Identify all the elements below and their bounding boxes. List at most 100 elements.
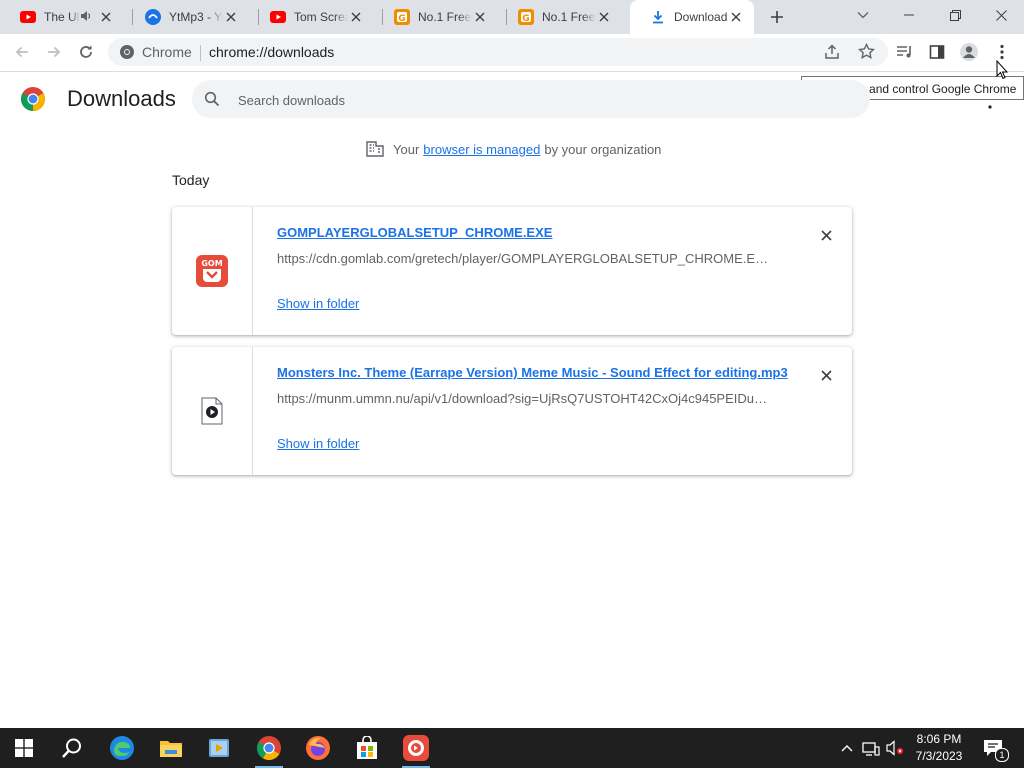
show-hidden-icons-button[interactable]: [836, 728, 858, 768]
kebab-menu-icon: [1000, 44, 1004, 60]
media-controls-button[interactable]: [893, 40, 917, 64]
forward-button[interactable]: [42, 40, 66, 64]
close-tab-icon[interactable]: [728, 9, 744, 25]
close-window-button[interactable]: [978, 0, 1024, 30]
download-icon: [650, 9, 666, 25]
side-panel-icon: [929, 45, 945, 59]
gom-icon: G: [394, 9, 410, 25]
search-downloads-box[interactable]: [192, 80, 870, 120]
windows-logo-icon: [15, 739, 33, 757]
network-icon: [862, 742, 880, 756]
windows-taskbar: 8:06 PM 7/3/2023 1: [0, 728, 1024, 768]
firefox-icon: [306, 736, 330, 760]
tab-title: Downloads: [674, 10, 728, 24]
tab-gom-1[interactable]: G No.1 Free Video: [374, 0, 498, 34]
taskbar-clock[interactable]: 8:06 PM 7/3/2023: [906, 731, 972, 765]
tab-title: YtMp3 - YouTube: [169, 10, 223, 24]
download-item: GOM GOMPLAYERGLOBALSETUP_CHROME.EXE http…: [172, 207, 852, 335]
volume-muted-icon: [886, 740, 904, 756]
address-bar[interactable]: Chrome chrome://downloads: [108, 38, 888, 66]
start-button[interactable]: [0, 728, 48, 768]
close-icon: [820, 369, 832, 381]
speaker-icon[interactable]: [80, 10, 94, 25]
restore-button[interactable]: [932, 0, 978, 30]
chrome-icon: [257, 736, 281, 761]
tab-youtube-1[interactable]: The Ultimate: [0, 0, 124, 34]
store-icon: [357, 736, 377, 759]
tab-gom-2[interactable]: G No.1 Free Video: [498, 0, 622, 34]
restore-icon: [949, 9, 961, 21]
taskbar-store[interactable]: [343, 728, 391, 768]
taskbar-video-app[interactable]: [195, 728, 243, 768]
close-tab-icon[interactable]: [98, 9, 114, 25]
downloads-header: Downloads: [0, 72, 1024, 126]
minimize-icon: [904, 14, 914, 16]
tab-youtube-2[interactable]: Tom Scream: [250, 0, 374, 34]
side-panel-button[interactable]: [925, 40, 949, 64]
new-tab-button[interactable]: [766, 6, 788, 28]
network-tray-button[interactable]: [860, 728, 882, 768]
close-tab-icon[interactable]: [348, 9, 364, 25]
gom-icon: G: [518, 9, 534, 25]
taskbar-edge[interactable]: [98, 728, 146, 768]
search-input[interactable]: [236, 80, 840, 120]
browser-managed-link[interactable]: browser is managed: [423, 142, 540, 157]
taskbar-file-explorer[interactable]: [147, 728, 195, 768]
building-icon: [366, 141, 384, 157]
close-tab-icon[interactable]: [596, 9, 612, 25]
reload-button[interactable]: [74, 40, 98, 64]
show-in-folder-link[interactable]: Show in folder: [277, 436, 359, 451]
share-icon[interactable]: [824, 44, 840, 63]
omnibox-site-label: Chrome: [142, 44, 192, 60]
search-icon: [62, 738, 81, 758]
taskbar-firefox[interactable]: [294, 728, 342, 768]
close-icon: [820, 229, 832, 241]
youtube-icon: [270, 9, 286, 25]
tab-downloads[interactable]: Downloads: [630, 0, 754, 34]
close-tab-icon[interactable]: [223, 9, 239, 25]
svg-text:GOM: GOM: [201, 259, 222, 268]
close-icon: [995, 9, 1007, 21]
clock-date: 7/3/2023: [915, 749, 963, 763]
clock-time: 8:06 PM: [916, 732, 962, 746]
volume-tray-button[interactable]: [884, 728, 906, 768]
browser-toolbar: Chrome chrome://downloads: [0, 34, 1024, 72]
tab-ytmp3[interactable]: YtMp3 - YouTube: [125, 0, 249, 34]
chrome-site-icon: [119, 44, 135, 60]
file-name-link[interactable]: GOMPLAYERGLOBALSETUP_CHROME.EXE: [277, 225, 552, 240]
profile-button[interactable]: [957, 40, 981, 64]
taskbar-gom-player[interactable]: [392, 728, 440, 768]
tab-title: No.1 Free Video: [418, 10, 472, 24]
notification-count-badge: 1: [995, 748, 1009, 762]
bookmark-star-icon[interactable]: [858, 42, 875, 63]
tab-title: The Ultimate: [44, 10, 80, 24]
file-name-link[interactable]: Monsters Inc. Theme (Earrape Version) Me…: [277, 365, 788, 380]
taskbar-chrome[interactable]: [245, 728, 293, 768]
remove-download-button[interactable]: [816, 365, 836, 385]
search-icon: [204, 91, 220, 107]
notifications-button[interactable]: 1: [980, 728, 1009, 768]
download-item: Monsters Inc. Theme (Earrape Version) Me…: [172, 347, 852, 475]
svg-text:G: G: [522, 14, 529, 24]
close-tab-icon[interactable]: [472, 9, 488, 25]
edge-icon: [110, 736, 134, 760]
media-queue-icon: [897, 46, 911, 58]
taskbar-search-button[interactable]: [48, 728, 96, 768]
omnibox-url[interactable]: chrome://downloads: [209, 44, 334, 60]
remove-download-button[interactable]: [816, 225, 836, 245]
tab-title: Tom Scream: [294, 10, 348, 24]
page-title: Downloads: [67, 86, 176, 111]
minimize-button[interactable]: [886, 0, 932, 30]
show-in-folder-link[interactable]: Show in folder: [277, 296, 359, 311]
tab-search-button[interactable]: [840, 0, 886, 30]
back-button[interactable]: [10, 40, 34, 64]
back-arrow-icon: [15, 46, 28, 58]
file-source-url[interactable]: https://cdn.gomlab.com/gretech/player/GO…: [277, 251, 772, 266]
managed-notice: Your browser is managed by your organiza…: [366, 140, 661, 158]
managed-suffix: by your organization: [544, 141, 662, 157]
downloads-more-actions-icon[interactable]: [988, 98, 992, 109]
video-player-icon: [209, 739, 229, 757]
audio-file-icon: [201, 397, 223, 425]
plus-icon: [771, 11, 783, 23]
file-source-url[interactable]: https://munm.ummn.nu/api/v1/download?sig…: [277, 391, 772, 406]
